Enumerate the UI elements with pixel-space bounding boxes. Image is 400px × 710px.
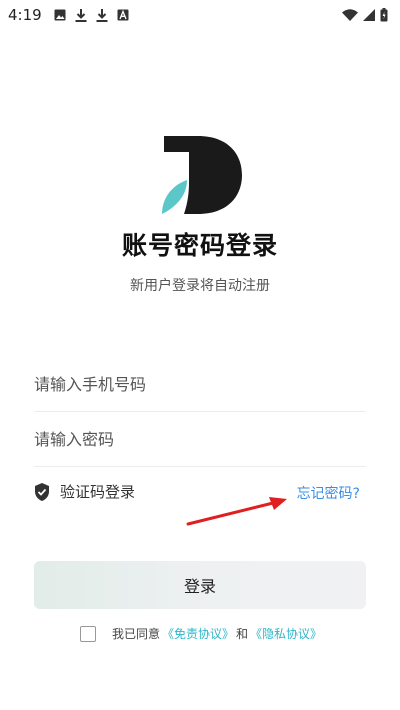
agreement-checkbox[interactable] [80, 625, 96, 642]
download-icon [75, 8, 87, 22]
page-title: 账号密码登录 [121, 231, 278, 260]
font-a-icon [117, 9, 129, 21]
wifi-icon [342, 9, 358, 21]
forgot-password-link[interactable]: 忘记密码? [297, 483, 360, 503]
page-subtitle: 新用户登录将自动注册 [130, 278, 270, 294]
notification-icons [54, 8, 129, 22]
image-icon [54, 9, 66, 21]
sms-login-button[interactable]: 验证码登录 [34, 481, 135, 502]
agreement-conjunction: 和 [236, 627, 249, 641]
login-button[interactable]: 登录 [34, 561, 366, 609]
password-input[interactable] [34, 430, 366, 449]
phone-input[interactable] [34, 375, 366, 394]
sms-login-label: 验证码登录 [60, 483, 136, 501]
agreement-row: 我已同意 《免责协议》 和 《隐私协议》 [80, 625, 322, 642]
phone-field [34, 358, 366, 412]
annotation-arrow [186, 497, 287, 526]
download-icon [96, 8, 108, 22]
system-icons [342, 8, 388, 22]
status-time: 4:19 [8, 6, 42, 24]
app-logo [162, 136, 242, 214]
password-field [34, 413, 366, 467]
shield-check-icon [35, 482, 49, 501]
login-screen: 4:19 账号密码登录 新用户登录将自动注册 请输入手机号码 验证码登录 忘记密… [0, 0, 400, 710]
terms-link[interactable]: 《免责协议》 [162, 625, 234, 642]
status-bar: 4:19 [0, 0, 400, 30]
privacy-link[interactable]: 《隐私协议》 [250, 625, 322, 642]
battery-icon [380, 8, 388, 22]
signal-icon [363, 9, 375, 21]
agreement-prefix: 我已同意 [112, 627, 161, 641]
